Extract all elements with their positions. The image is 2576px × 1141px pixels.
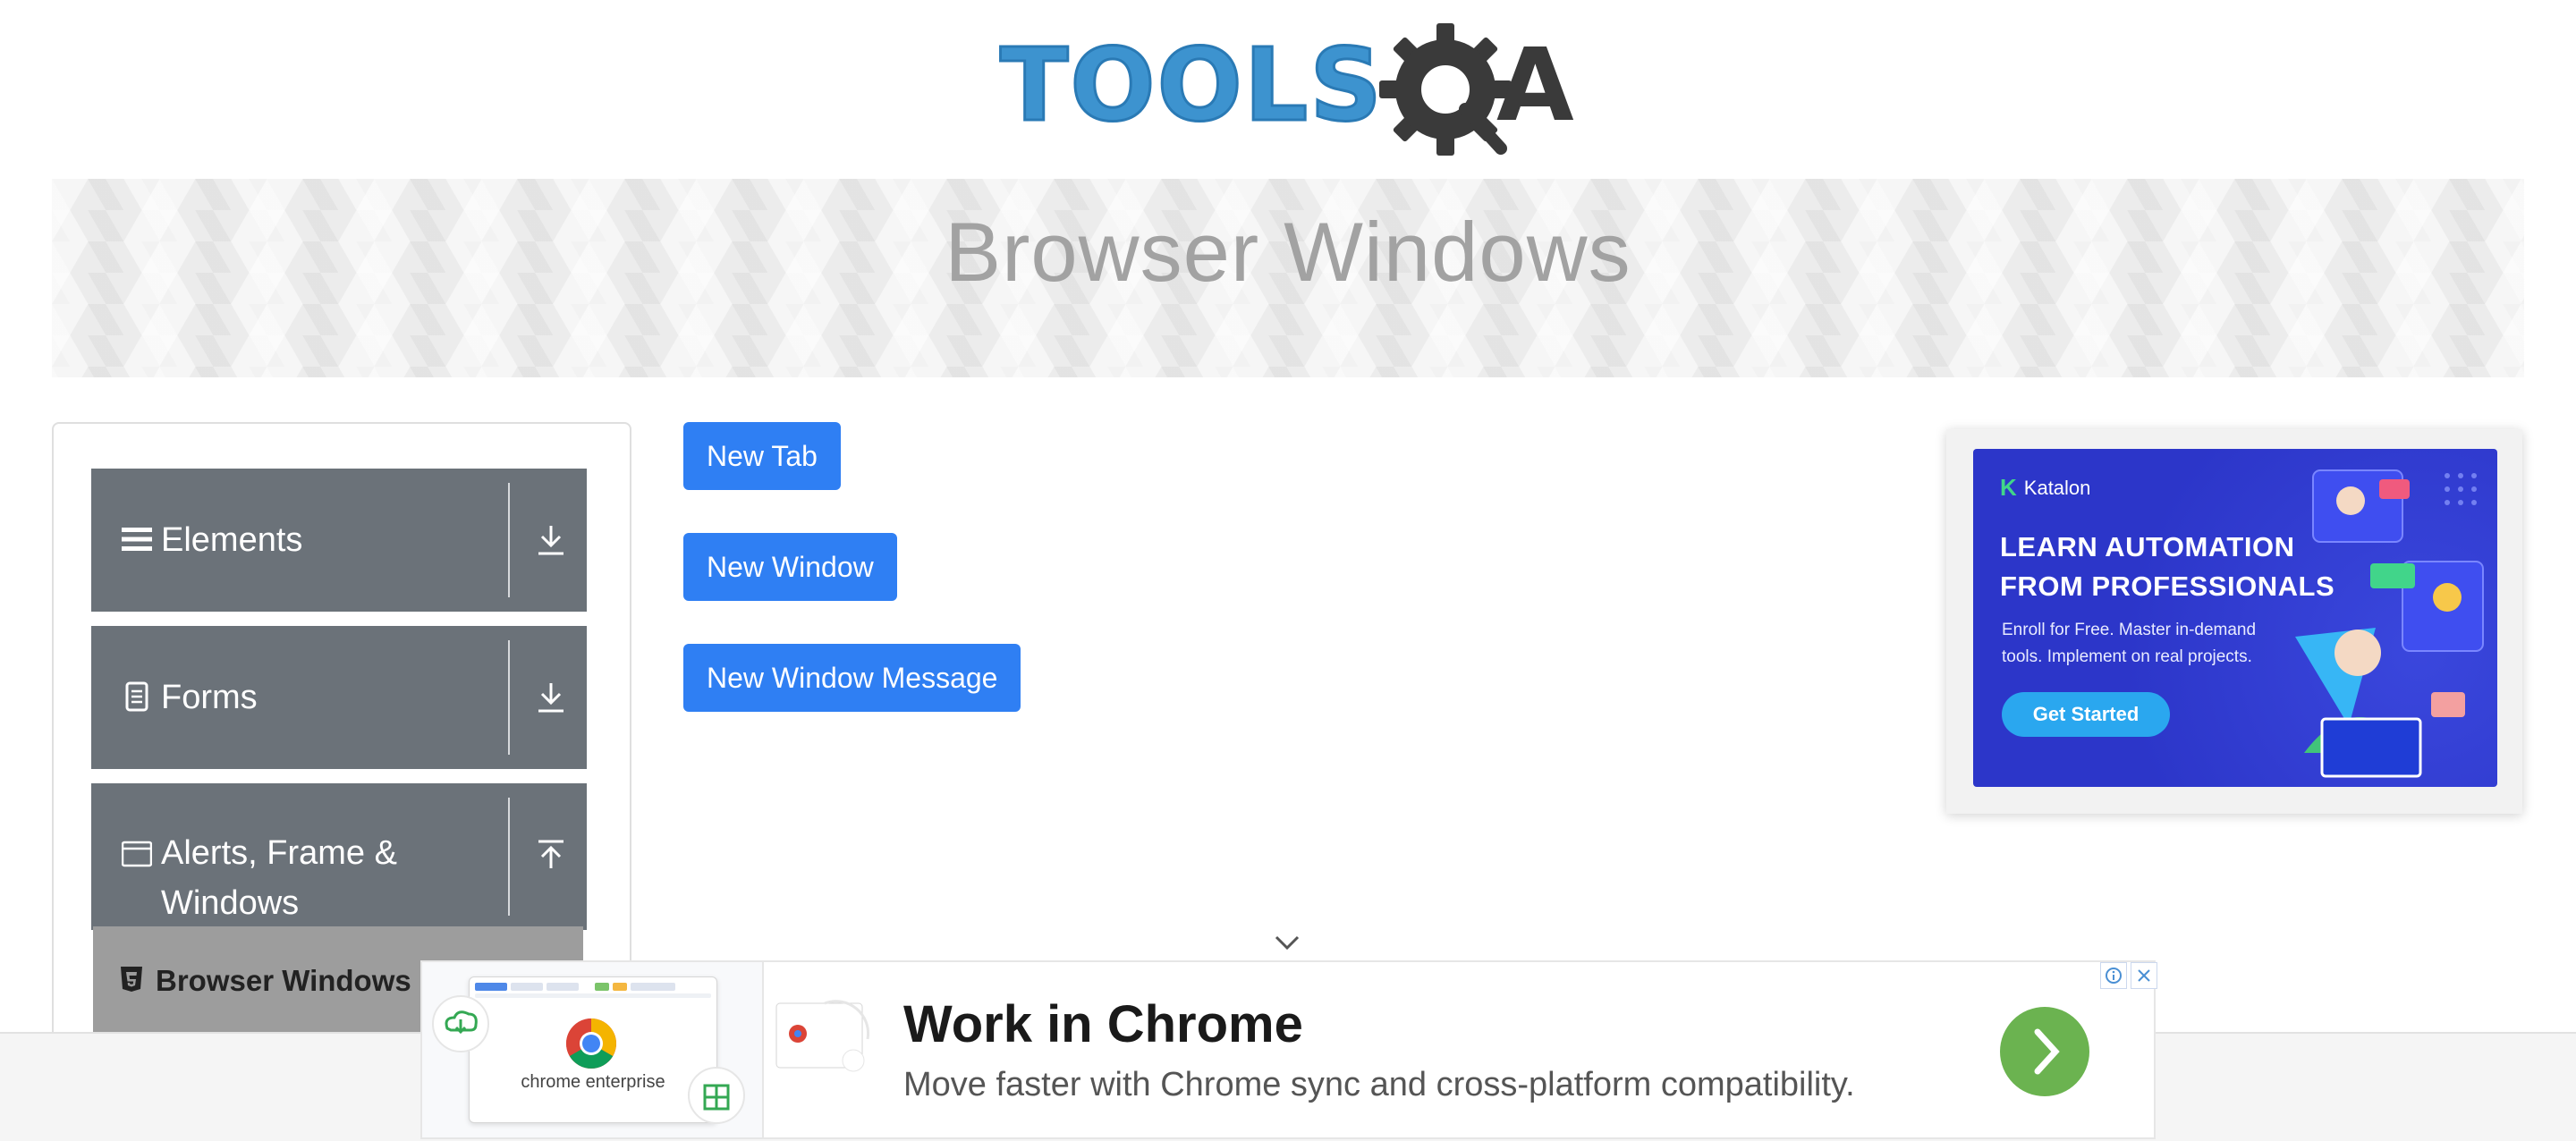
ad-badges bbox=[2100, 962, 2157, 989]
logo-text: TOOLS bbox=[999, 28, 1384, 144]
download-arrow-icon bbox=[538, 683, 564, 713]
ad-browser-window: chrome enterprise bbox=[469, 976, 717, 1123]
page-banner: Browser Windows bbox=[52, 179, 2524, 377]
cloud-download-icon bbox=[432, 995, 489, 1052]
document-icon bbox=[125, 681, 148, 712]
divider bbox=[508, 798, 510, 916]
chevron-down-icon[interactable] bbox=[1274, 934, 1301, 953]
katalon-brand-name: Katalon bbox=[2023, 476, 2091, 499]
sidebar-group-label: Forms bbox=[161, 679, 258, 716]
hamburger-icon bbox=[122, 528, 152, 551]
chrome-enterprise-mini-icon bbox=[775, 1000, 870, 1072]
info-icon bbox=[2106, 968, 2122, 984]
sidebar-group-label-line2: Windows bbox=[161, 884, 300, 922]
sidebar-group-elements[interactable]: Elements bbox=[91, 469, 587, 612]
sidebar-group-forms[interactable]: Forms bbox=[91, 626, 587, 769]
katalon-logo-icon: K bbox=[2000, 474, 2017, 501]
chrome-ad-banner[interactable]: chrome enterprise Work in Chrome Move fa… bbox=[420, 960, 2157, 1139]
get-started-button[interactable]: Get Started bbox=[2002, 692, 2170, 737]
ad-info-button[interactable] bbox=[2100, 962, 2127, 989]
chrome-logo-icon bbox=[566, 1018, 616, 1069]
sidebar-group-alerts-frame-windows[interactable]: Alerts, Frame & Windows bbox=[91, 783, 587, 930]
ad-close-button[interactable] bbox=[2131, 962, 2157, 989]
ad-thumb-label: chrome enterprise bbox=[521, 1072, 665, 1092]
sidebar-group-label: Elements bbox=[161, 521, 303, 559]
ad-subtitle: Move faster with Chrome sync and cross-p… bbox=[903, 1066, 1855, 1103]
close-icon bbox=[2138, 969, 2150, 982]
sheets-icon bbox=[688, 1067, 745, 1124]
ad-card[interactable]: K Katalon LEARN AUTOMATION FROM PROFESSI… bbox=[1973, 449, 2497, 787]
divider bbox=[508, 640, 510, 755]
ad-subtext-1: Enroll for Free. Master in-demand bbox=[2002, 621, 2257, 639]
toolsqa-logo[interactable]: TOOLS A bbox=[999, 23, 1581, 166]
chevron-right-icon bbox=[2034, 1028, 2060, 1075]
ad-title: Work in Chrome bbox=[903, 995, 1303, 1053]
new-window-message-button[interactable]: New Window Message bbox=[683, 644, 1021, 712]
window-icon bbox=[122, 841, 152, 867]
divider bbox=[508, 483, 510, 597]
ad-headline-1: LEARN AUTOMATION bbox=[2000, 531, 2295, 562]
katalon-ad[interactable]: K Katalon LEARN AUTOMATION FROM PROFESSI… bbox=[1946, 429, 2522, 814]
sidebar-group-label-line1: Alerts, Frame & bbox=[161, 834, 397, 872]
download-arrow-icon bbox=[538, 526, 564, 555]
html5-icon bbox=[121, 967, 142, 992]
browser-tabs bbox=[475, 983, 711, 998]
ad-thumbnail: chrome enterprise bbox=[422, 962, 764, 1137]
sidebar-item-label: Browser Windows bbox=[156, 964, 411, 997]
page-title: Browser Windows bbox=[945, 204, 1631, 299]
new-tab-button[interactable]: New Tab bbox=[683, 422, 841, 490]
new-window-button[interactable]: New Window bbox=[683, 533, 897, 601]
upload-arrow-icon bbox=[538, 840, 564, 868]
ad-go-button[interactable] bbox=[2000, 1007, 2089, 1096]
ad-subtext-2: tools. Implement on real projects. bbox=[2002, 647, 2252, 666]
logo-suffix: A bbox=[1496, 28, 1574, 144]
ad-illustration bbox=[2295, 469, 2484, 778]
katalon-brand: K Katalon bbox=[2000, 474, 2090, 502]
